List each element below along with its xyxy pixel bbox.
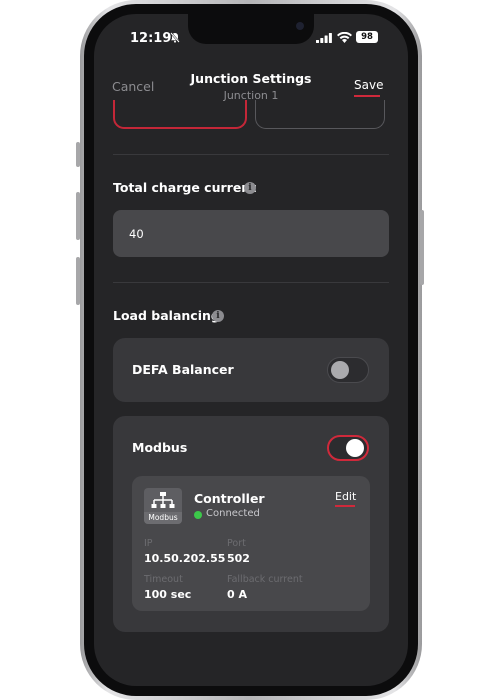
mute-switch: [76, 142, 80, 167]
save-button[interactable]: Save: [354, 78, 383, 92]
camera-icon: [296, 22, 304, 30]
selected-option-card[interactable]: [113, 100, 247, 129]
battery-indicator: 98: [356, 31, 378, 43]
toggle-knob: [331, 361, 349, 379]
volume-up-button: [76, 192, 80, 240]
controller-card: Modbus Controller Connected Edit IP 10.5…: [132, 476, 370, 611]
charge-current-label: Total charge current: [113, 180, 257, 195]
ip-label: IP: [144, 538, 153, 549]
mute-icon: [170, 32, 180, 43]
wifi-icon: [337, 32, 352, 43]
option-card[interactable]: [255, 100, 385, 129]
modbus-card: Modbus Modbus Controller Connected Edit …: [113, 416, 389, 632]
connection-status: Connected: [206, 508, 260, 519]
modbus-label: Modbus: [132, 440, 188, 455]
ip-value: 10.50.202.55: [144, 552, 226, 565]
edit-underline: [335, 505, 355, 507]
section-divider: [113, 282, 389, 283]
timeout-label: Timeout: [144, 574, 183, 585]
volume-down-button: [76, 257, 80, 305]
toggle-knob: [346, 439, 364, 457]
defa-balancer-toggle[interactable]: [327, 357, 369, 383]
timeout-value: 100 sec: [144, 588, 192, 601]
info-icon[interactable]: i: [212, 310, 224, 322]
edit-button[interactable]: Edit: [335, 490, 356, 503]
modbus-network-icon: Modbus: [144, 488, 182, 524]
save-underline: [354, 95, 380, 97]
defa-balancer-label: DEFA Balancer: [132, 362, 234, 377]
port-label: Port: [227, 538, 246, 549]
status-time: 12:19: [130, 31, 172, 46]
section-divider: [113, 154, 389, 155]
charge-current-input[interactable]: 40: [113, 210, 389, 257]
signal-icon: [316, 33, 332, 43]
modbus-toggle[interactable]: [327, 435, 369, 461]
app-screen: 12:19 98 Cancel Junction Settings Juncti…: [94, 14, 408, 686]
port-value: 502: [227, 552, 250, 565]
fallback-current-label: Fallback current: [227, 574, 303, 585]
connected-status-dot: [194, 511, 202, 519]
load-balancing-label: Load balancing: [113, 308, 220, 323]
info-icon[interactable]: i: [244, 182, 256, 194]
defa-balancer-card: DEFA Balancer: [113, 338, 389, 402]
modbus-icon-label: Modbus: [144, 512, 182, 524]
fallback-current-value: 0 A: [227, 588, 247, 601]
power-button: [420, 210, 424, 285]
notch: [188, 14, 314, 44]
controller-name: Controller: [194, 491, 265, 506]
